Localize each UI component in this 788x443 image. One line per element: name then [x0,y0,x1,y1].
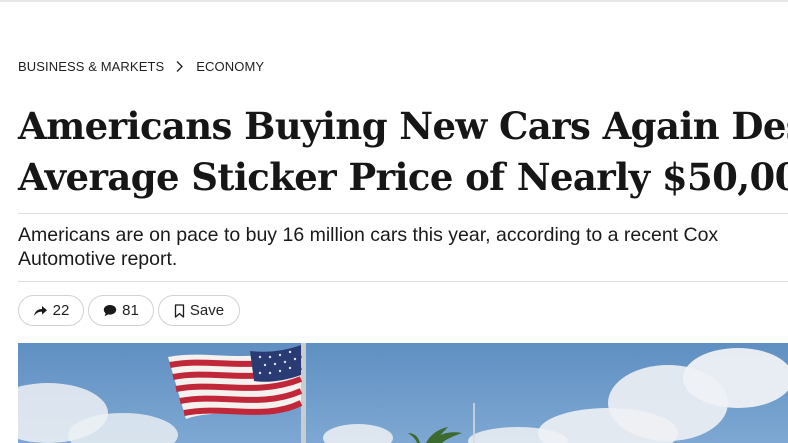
headline-line-1: Americans Buying New Cars Again Despite [18,104,788,148]
article-headline: Americans Buying New Cars Again Despite … [18,101,788,203]
comment-bubble-icon [103,305,117,317]
article-page: BUSINESS & MARKETS ECONOMY Americans Buy… [0,0,788,443]
share-count: 22 [52,302,70,319]
headline-divider [18,213,788,214]
breadcrumb-subsection-link[interactable]: ECONOMY [196,59,264,74]
summary-divider [18,281,788,282]
share-button[interactable]: 22 [18,295,84,326]
article-summary: Americans are on pace to buy 16 million … [18,224,719,270]
comments-button[interactable]: 81 [88,295,154,326]
headline-line-2: Average Sticker Price of Nearly $50,000 [18,155,788,199]
save-label: Save [189,302,225,319]
save-button[interactable]: Save [158,295,240,326]
breadcrumb-section-link[interactable]: BUSINESS & MARKETS [18,59,164,74]
top-divider [0,0,788,2]
breadcrumb: BUSINESS & MARKETS ECONOMY [18,59,264,74]
chevron-right-icon [176,61,184,72]
share-arrow-icon [33,306,47,316]
american-flag [168,345,303,419]
article-actions: 22 81 Save [18,295,240,326]
comment-count: 81 [122,302,139,319]
bookmark-icon [174,303,185,318]
hero-photo [18,343,788,443]
hero-image[interactable] [18,343,788,443]
